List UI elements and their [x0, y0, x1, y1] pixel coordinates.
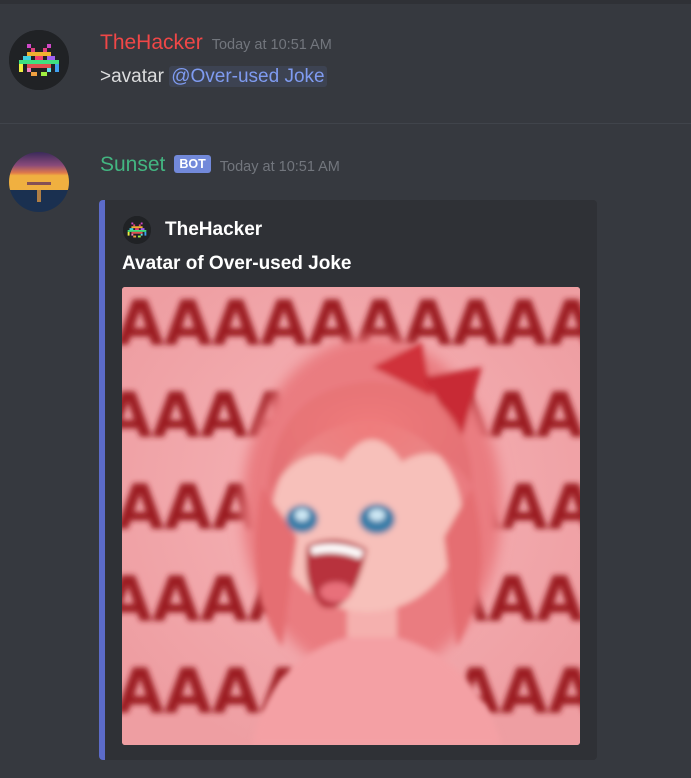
rich-embed: TheHacker Avatar of Over-used Joke AAAAA…: [99, 200, 597, 760]
command-text: >avatar: [100, 66, 170, 87]
anime-girl-figure: [242, 337, 502, 745]
thehacker-avatar[interactable]: [9, 30, 69, 90]
message-divider: [0, 123, 691, 124]
chat-panel: TheHacker Today at 10:51 AM >avatar @Ove…: [0, 0, 691, 778]
user-mention[interactable]: @Over-used Joke: [169, 66, 327, 87]
embed-title: Avatar of Over-used Joke: [122, 253, 352, 274]
embed-author: TheHacker: [123, 216, 262, 244]
timestamp[interactable]: Today at 10:51 AM: [212, 37, 332, 53]
sunset-avatar[interactable]: [9, 152, 69, 212]
space-invader-icon: [123, 216, 151, 244]
sunset-avatar-icon: [9, 152, 69, 212]
space-invader-icon: [9, 30, 69, 90]
message-header: Sunset BOT Today at 10:51 AM: [100, 153, 340, 177]
timestamp[interactable]: Today at 10:51 AM: [220, 159, 340, 175]
screaming-anime-girl-avatar-image: AAAAAAAAAAAAAAAAAAAAAAAAAAAAAAAAAAAAAAAA…: [122, 287, 580, 745]
embed-author-name[interactable]: TheHacker: [165, 219, 262, 241]
bot-tag: BOT: [174, 155, 211, 173]
message-header: TheHacker Today at 10:51 AM: [100, 31, 332, 55]
author-name[interactable]: Sunset: [100, 153, 165, 177]
top-edge: [0, 0, 691, 4]
embed-author-avatar: [123, 216, 151, 244]
embed-image[interactable]: AAAAAAAAAAAAAAAAAAAAAAAAAAAAAAAAAAAAAAAA…: [122, 287, 580, 745]
message-content: >avatar @Over-used Joke: [100, 66, 327, 88]
author-name[interactable]: TheHacker: [100, 31, 203, 55]
